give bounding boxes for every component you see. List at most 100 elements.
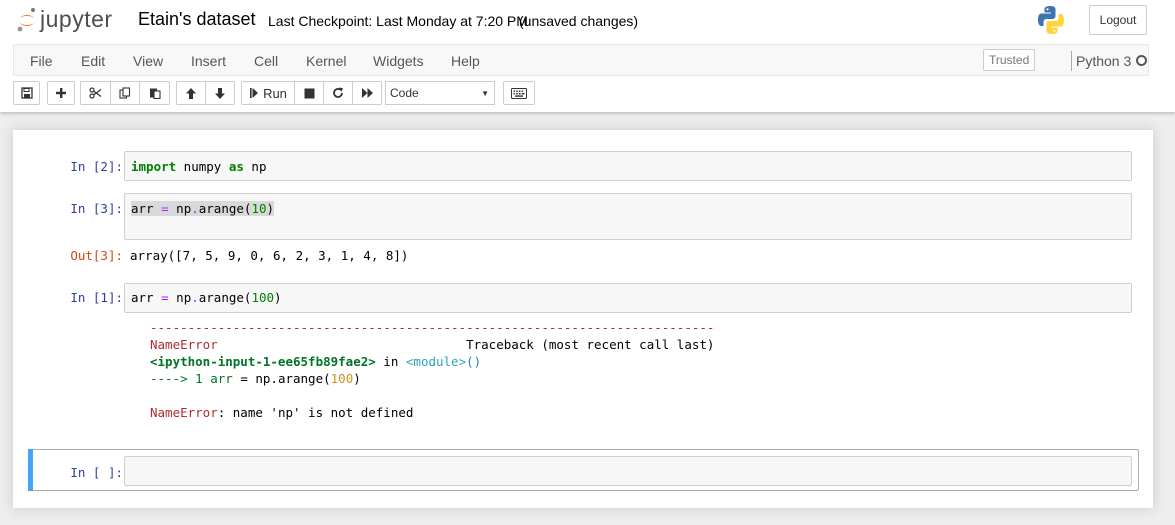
traceback-dot: . xyxy=(270,371,278,386)
header: jupyter Etain's dataset Last Checkpoint:… xyxy=(0,0,1175,112)
restart-button[interactable] xyxy=(323,81,353,105)
error-name: NameError xyxy=(150,337,218,352)
arrow-up-icon xyxy=(186,87,196,99)
code-token: as xyxy=(228,159,244,174)
input-reference: <ipython-input-1-ee65fb89fae2> xyxy=(150,354,376,369)
notebook-title[interactable]: Etain's dataset xyxy=(138,9,256,30)
input-prompt: In [ ]: xyxy=(70,465,123,480)
menu-cell[interactable]: Cell xyxy=(254,53,278,69)
traceback-call: arange( xyxy=(277,371,331,386)
stop-icon xyxy=(304,88,314,98)
python-logo-icon xyxy=(1037,5,1065,38)
menu-kernel[interactable]: Kernel xyxy=(306,53,346,69)
checkpoint-status: Last Checkpoint: Last Monday at 7:20 PM xyxy=(268,13,528,29)
code-cell-input[interactable] xyxy=(124,456,1132,486)
code-token: = xyxy=(161,290,169,305)
code-token: = xyxy=(161,201,169,216)
traceback-arrow: ----> 1 arr xyxy=(150,371,241,386)
save-button[interactable] xyxy=(13,81,40,105)
insert-cell-button[interactable] xyxy=(47,81,75,105)
menu-insert[interactable]: Insert xyxy=(191,53,226,69)
plus-icon xyxy=(56,88,66,98)
module-reference: <module> xyxy=(405,354,467,369)
cut-button[interactable] xyxy=(80,81,111,105)
run-icon xyxy=(250,88,259,98)
traceback-eq: = xyxy=(240,371,248,386)
chevron-down-icon: ▼ xyxy=(481,89,489,98)
kernel-name[interactable]: Python 3 xyxy=(1076,53,1131,69)
save-icon xyxy=(20,87,33,99)
menu-file[interactable]: File xyxy=(30,53,53,69)
traceback-location: <ipython-input-1-ee65fb89fae2> in <modul… xyxy=(150,354,481,369)
module-paren: () xyxy=(466,354,482,369)
restart-icon xyxy=(333,87,343,98)
input-prompt: In [2]: xyxy=(70,159,123,174)
logout-button[interactable]: Logout xyxy=(1089,5,1147,35)
final-error-message: : name 'np' is not defined xyxy=(217,405,414,420)
traceback-close: ) xyxy=(353,371,361,386)
code-token: np xyxy=(168,290,192,305)
code-token: numpy xyxy=(176,159,229,174)
kernel-idle-icon xyxy=(1136,55,1147,66)
code-token: np xyxy=(243,159,267,174)
traceback-np: np xyxy=(247,371,271,386)
cell-type-select[interactable]: Code ▼ xyxy=(385,81,495,105)
copy-button[interactable] xyxy=(110,81,140,105)
autosave-status: (unsaved changes) xyxy=(519,13,639,29)
code-cell-input[interactable]: arr = np.arange(100) xyxy=(124,283,1132,313)
traceback-divider: ----------------------------------------… xyxy=(150,320,715,335)
code-token: ) xyxy=(266,201,275,216)
restart-run-all-button[interactable] xyxy=(352,81,382,105)
code-token: np xyxy=(168,201,192,216)
in-word: in xyxy=(375,354,406,369)
code-token: arange( xyxy=(198,201,252,216)
code-token: import xyxy=(131,159,177,174)
code-token: 10 xyxy=(251,201,267,216)
kernel-divider xyxy=(1071,51,1072,71)
code-cell-input[interactable]: import numpy as np xyxy=(124,151,1132,181)
traceback-message: NameError: name 'np' is not defined xyxy=(150,405,413,420)
arrow-down-icon xyxy=(215,87,225,99)
menu-help[interactable]: Help xyxy=(451,53,480,69)
keyboard-icon xyxy=(511,87,527,99)
copy-icon xyxy=(119,87,131,99)
cell-type-value: Code xyxy=(390,86,419,100)
menubar: File Edit View Insert Cell Kernel Widget… xyxy=(13,44,1149,76)
run-button[interactable]: Run xyxy=(241,81,295,105)
code-token: 100 xyxy=(251,290,275,305)
paste-button[interactable] xyxy=(139,81,170,105)
menu-widgets[interactable]: Widgets xyxy=(373,53,424,69)
traceback-line: ----> 1 arr = np.arange(100) xyxy=(150,371,361,386)
code-line: arr = np.arange(10) xyxy=(131,201,275,216)
traceback-label: Traceback (most recent call last) xyxy=(466,337,715,352)
traceback-arg: 100 xyxy=(330,371,354,386)
code-token: . xyxy=(191,290,199,305)
code-cell-input[interactable]: arr = np.arange(10) xyxy=(124,193,1132,240)
logo-text: jupyter xyxy=(40,5,113,32)
fast-forward-icon xyxy=(361,88,373,98)
final-error-name: NameError xyxy=(150,405,218,420)
code-token: arange( xyxy=(198,290,252,305)
command-palette-button[interactable] xyxy=(503,81,535,105)
jupyter-orbit-icon xyxy=(17,8,35,32)
move-down-button[interactable] xyxy=(205,81,235,105)
menu-edit[interactable]: Edit xyxy=(81,53,105,69)
menu-view[interactable]: View xyxy=(133,53,163,69)
cell-output: array([7, 5, 9, 0, 6, 2, 3, 1, 4, 8]) xyxy=(130,248,409,263)
run-label: Run xyxy=(263,85,287,101)
code-token: . xyxy=(191,201,199,216)
jupyter-logo[interactable]: jupyter xyxy=(16,6,113,34)
scissors-icon xyxy=(89,87,102,99)
output-prompt: Out[3]: xyxy=(70,248,123,263)
code-token: arr xyxy=(131,201,162,216)
move-up-button[interactable] xyxy=(176,81,206,105)
toolbar: Run Code ▼ xyxy=(13,81,1153,106)
notebook-container: In [2]: import numpy as np In [3]: arr =… xyxy=(13,130,1153,508)
traceback-spacer xyxy=(218,337,466,352)
interrupt-button[interactable] xyxy=(294,81,324,105)
trusted-indicator[interactable]: Trusted xyxy=(983,49,1036,71)
paste-icon xyxy=(149,88,161,99)
code-token: ) xyxy=(274,290,282,305)
traceback-header: NameError Traceback (most recent call la… xyxy=(150,337,714,352)
code-line: arr = np.arange(100) xyxy=(131,290,282,305)
